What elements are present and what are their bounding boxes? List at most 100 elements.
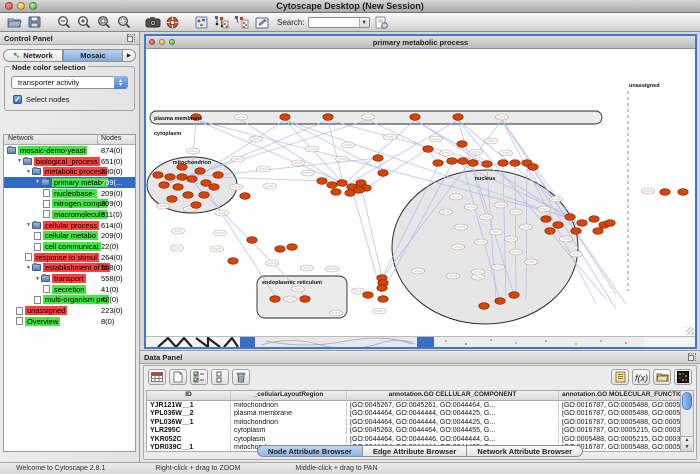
node-color-combo[interactable]: transporter activity ▲▼ [11,76,128,89]
tree-row-multi-organism-pro[interactable]: multi-organism pro42(0) [4,295,135,306]
network-node[interactable] [327,182,337,189]
network-edge[interactable] [328,120,343,183]
tree-row-cellular-metabo[interactable]: cellular metabo209(0) [4,231,135,242]
network-node[interactable] [270,296,280,303]
tree-row-label[interactable]: cellular process [43,221,99,230]
tree-row-nitrogen-compo[interactable]: nitrogen compo209(0) [4,198,135,209]
apply-network-layout-icon[interactable] [233,15,250,30]
network-node[interactable] [177,174,187,181]
network-node[interactable] [337,180,347,187]
tab-network[interactable]: Network [3,49,63,62]
select-attributes-icon[interactable] [148,369,166,385]
scrollbar-thumb[interactable] [682,392,692,410]
search-input[interactable]: ▼ [308,17,370,28]
network-node[interactable] [498,160,508,167]
tree-row-label[interactable]: cellular metabo [43,231,98,240]
network-node[interactable] [433,160,443,167]
table-cell[interactable]: YJR121W__1 [147,402,231,409]
zoom-out-icon[interactable] [55,15,72,30]
network-node[interactable] [545,228,555,235]
table-cell[interactable]: [GO:0016787, GO:0005488, GO:0005215, G..… [559,402,680,409]
column-cellular-layout-region[interactable]: _cellularLayoutRegion [231,391,347,400]
network-node[interactable] [423,146,433,153]
annotation-icon[interactable] [253,15,270,30]
network-node[interactable] [159,182,169,189]
network-node[interactable] [528,164,538,171]
tree-column-nodes[interactable]: Nodes [98,135,135,144]
tree-row-transport[interactable]: ▼transport558(0) [4,273,135,284]
network-node[interactable] [678,189,688,196]
network-view-window[interactable]: primary metabolic process plasma membran… [144,34,697,349]
network-node[interactable] [191,202,201,209]
help-lifering-icon[interactable] [164,15,181,30]
network-node[interactable] [377,285,387,292]
disclosure-triangle-icon[interactable]: ▼ [25,222,32,228]
network-node[interactable] [458,158,468,165]
minimize-view-button[interactable] [159,39,165,45]
network-node[interactable] [228,258,238,265]
network-view-icon[interactable] [193,15,210,30]
combo-stepper-icon[interactable]: ▲▼ [114,76,127,89]
tree-row-establishment-of-lo[interactable]: ▼establishment of lo558(0) [4,263,135,274]
network-node[interactable] [565,214,575,221]
table-cell[interactable]: YKR052C [147,436,231,443]
table-cell[interactable]: [GO:0016787, GO:0005488, GO:0005215, G..… [559,410,680,417]
table-cell[interactable]: [GO:0005488, GO:0005215, GO:0003674] [559,436,680,443]
network-node[interactable] [287,244,297,251]
network-node[interactable] [447,158,457,165]
network-node[interactable] [378,296,388,303]
network-edge[interactable] [241,120,343,185]
tree-row-label[interactable]: response to stimul [34,253,99,262]
network-node[interactable] [553,222,563,229]
table-cell[interactable]: [GO:0044464, GO:0044444, GO:0044425, G..… [347,410,559,417]
network-node[interactable] [240,193,250,200]
tree-row-label[interactable]: Overview [25,317,60,326]
zoom-fit-icon[interactable] [95,15,112,30]
select-nodes-checkbox[interactable]: ✓ [13,95,22,104]
table-cell[interactable]: [GO:0016787, GO:0005215, GO:0003824, G..… [559,427,680,434]
table-cell[interactable]: cytoplasm [231,427,347,434]
table-row[interactable]: YKR052Ccytoplasm[GO:0044464, GO:0044446,… [147,435,680,444]
tree-row-overview[interactable]: Overview8(0) [4,316,135,327]
network-canvas[interactable]: plasma membranecytoplasmmitochondrionnuc… [146,49,695,336]
tree-row-label[interactable]: nucleobase- [52,189,97,198]
window-resize-grip[interactable] [686,327,694,335]
tree-row-macromolecule[interactable]: macromolecule311(0) [4,209,135,220]
network-tree-header[interactable]: Network Nodes [4,135,135,145]
network-node[interactable] [183,192,193,199]
network-node[interactable] [363,292,373,299]
tree-row-label[interactable]: establishment of lo [43,263,110,272]
tree-row-cell-communicat[interactable]: cell communicat22(0) [4,241,135,252]
attribute-editor-icon[interactable] [611,369,629,385]
disclosure-triangle-icon[interactable]: ▼ [25,265,32,271]
tree-row-cellular-process[interactable]: ▼cellular process614(0) [4,220,135,231]
table-cell[interactable]: YPL036W__1 [147,419,231,426]
network-node[interactable] [331,189,341,196]
open-session-button[interactable] [6,15,23,30]
column-go-molecular-function[interactable]: annotation.GO MOLECULAR_FUNCTION [559,391,680,400]
network-node[interactable] [571,228,581,235]
tree-column-network[interactable]: Network [4,135,98,144]
attribute-matrix-icon[interactable] [674,369,692,385]
network-node[interactable] [153,172,163,179]
tree-row-label[interactable]: cell communicat [43,242,101,251]
table-row[interactable]: YJR121W__1mitochondrion[GO:0045267, GO:0… [147,401,680,410]
network-node[interactable] [453,114,463,121]
network-node[interactable] [468,160,478,167]
network-node[interactable] [577,220,587,227]
network-node[interactable] [247,237,257,244]
network-node[interactable] [187,176,197,183]
close-window-button[interactable] [5,2,13,10]
save-session-button[interactable] [26,15,43,30]
network-node[interactable] [660,189,670,196]
import-attributes-icon[interactable] [653,369,671,385]
table-row[interactable]: YPL036W__1mitochondrion[GO:0044464, GO:0… [147,418,680,427]
network-node[interactable] [165,174,175,181]
tree-row-mosaic-demo-yeast[interactable]: mosaic-demo-yeast874(0) [4,145,135,156]
tree-row-label[interactable]: transport [52,274,86,283]
disclosure-triangle-icon[interactable]: ▼ [25,169,32,175]
table-cell[interactable]: plasma membrane [231,410,347,417]
network-node[interactable] [410,114,420,121]
table-row[interactable]: YLR295Ccytoplasm[GO:0045263, GO:0044464,… [147,427,680,436]
table-cell[interactable]: cytoplasm [231,436,347,443]
